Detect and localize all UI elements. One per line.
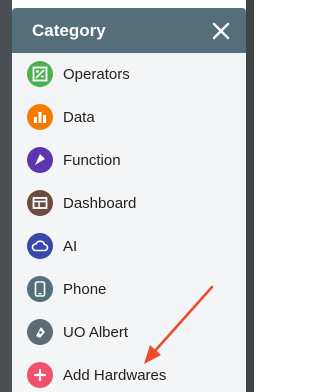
ai-cloud-icon xyxy=(27,233,53,259)
category-panel: Category Operators Data Function Dashboa… xyxy=(12,8,246,392)
category-item-label: Data xyxy=(63,108,95,126)
category-item-label: Add Hardwares xyxy=(63,366,167,384)
operators-icon xyxy=(27,61,53,87)
data-bar-chart-icon xyxy=(27,104,53,130)
robot-icon xyxy=(27,319,53,345)
plus-icon xyxy=(27,362,53,388)
category-item-label: Function xyxy=(63,151,121,169)
category-item-label: AI xyxy=(63,237,78,255)
function-icon xyxy=(27,147,53,173)
category-item-label: Phone xyxy=(63,280,107,298)
category-item-ai[interactable]: AI xyxy=(12,227,246,265)
category-item-data[interactable]: Data xyxy=(12,98,246,136)
background-right xyxy=(246,0,254,392)
category-item-phone[interactable]: Phone xyxy=(12,270,246,308)
close-icon[interactable] xyxy=(210,20,232,42)
category-item-operators[interactable]: Operators xyxy=(12,55,246,93)
category-item-add-hardwares[interactable]: Add Hardwares xyxy=(12,356,246,392)
category-item-label: Dashboard xyxy=(63,194,137,212)
category-item-function[interactable]: Function xyxy=(12,141,246,179)
phone-icon xyxy=(27,276,53,302)
category-item-uo-albert[interactable]: UO Albert xyxy=(12,313,246,351)
category-item-label: Operators xyxy=(63,65,130,83)
panel-title: Category xyxy=(32,20,106,40)
category-item-label: UO Albert xyxy=(63,323,129,341)
dashboard-icon xyxy=(27,190,53,216)
background-left xyxy=(0,0,12,392)
category-item-dashboard[interactable]: Dashboard xyxy=(12,184,246,222)
panel-header: Category xyxy=(12,8,246,53)
